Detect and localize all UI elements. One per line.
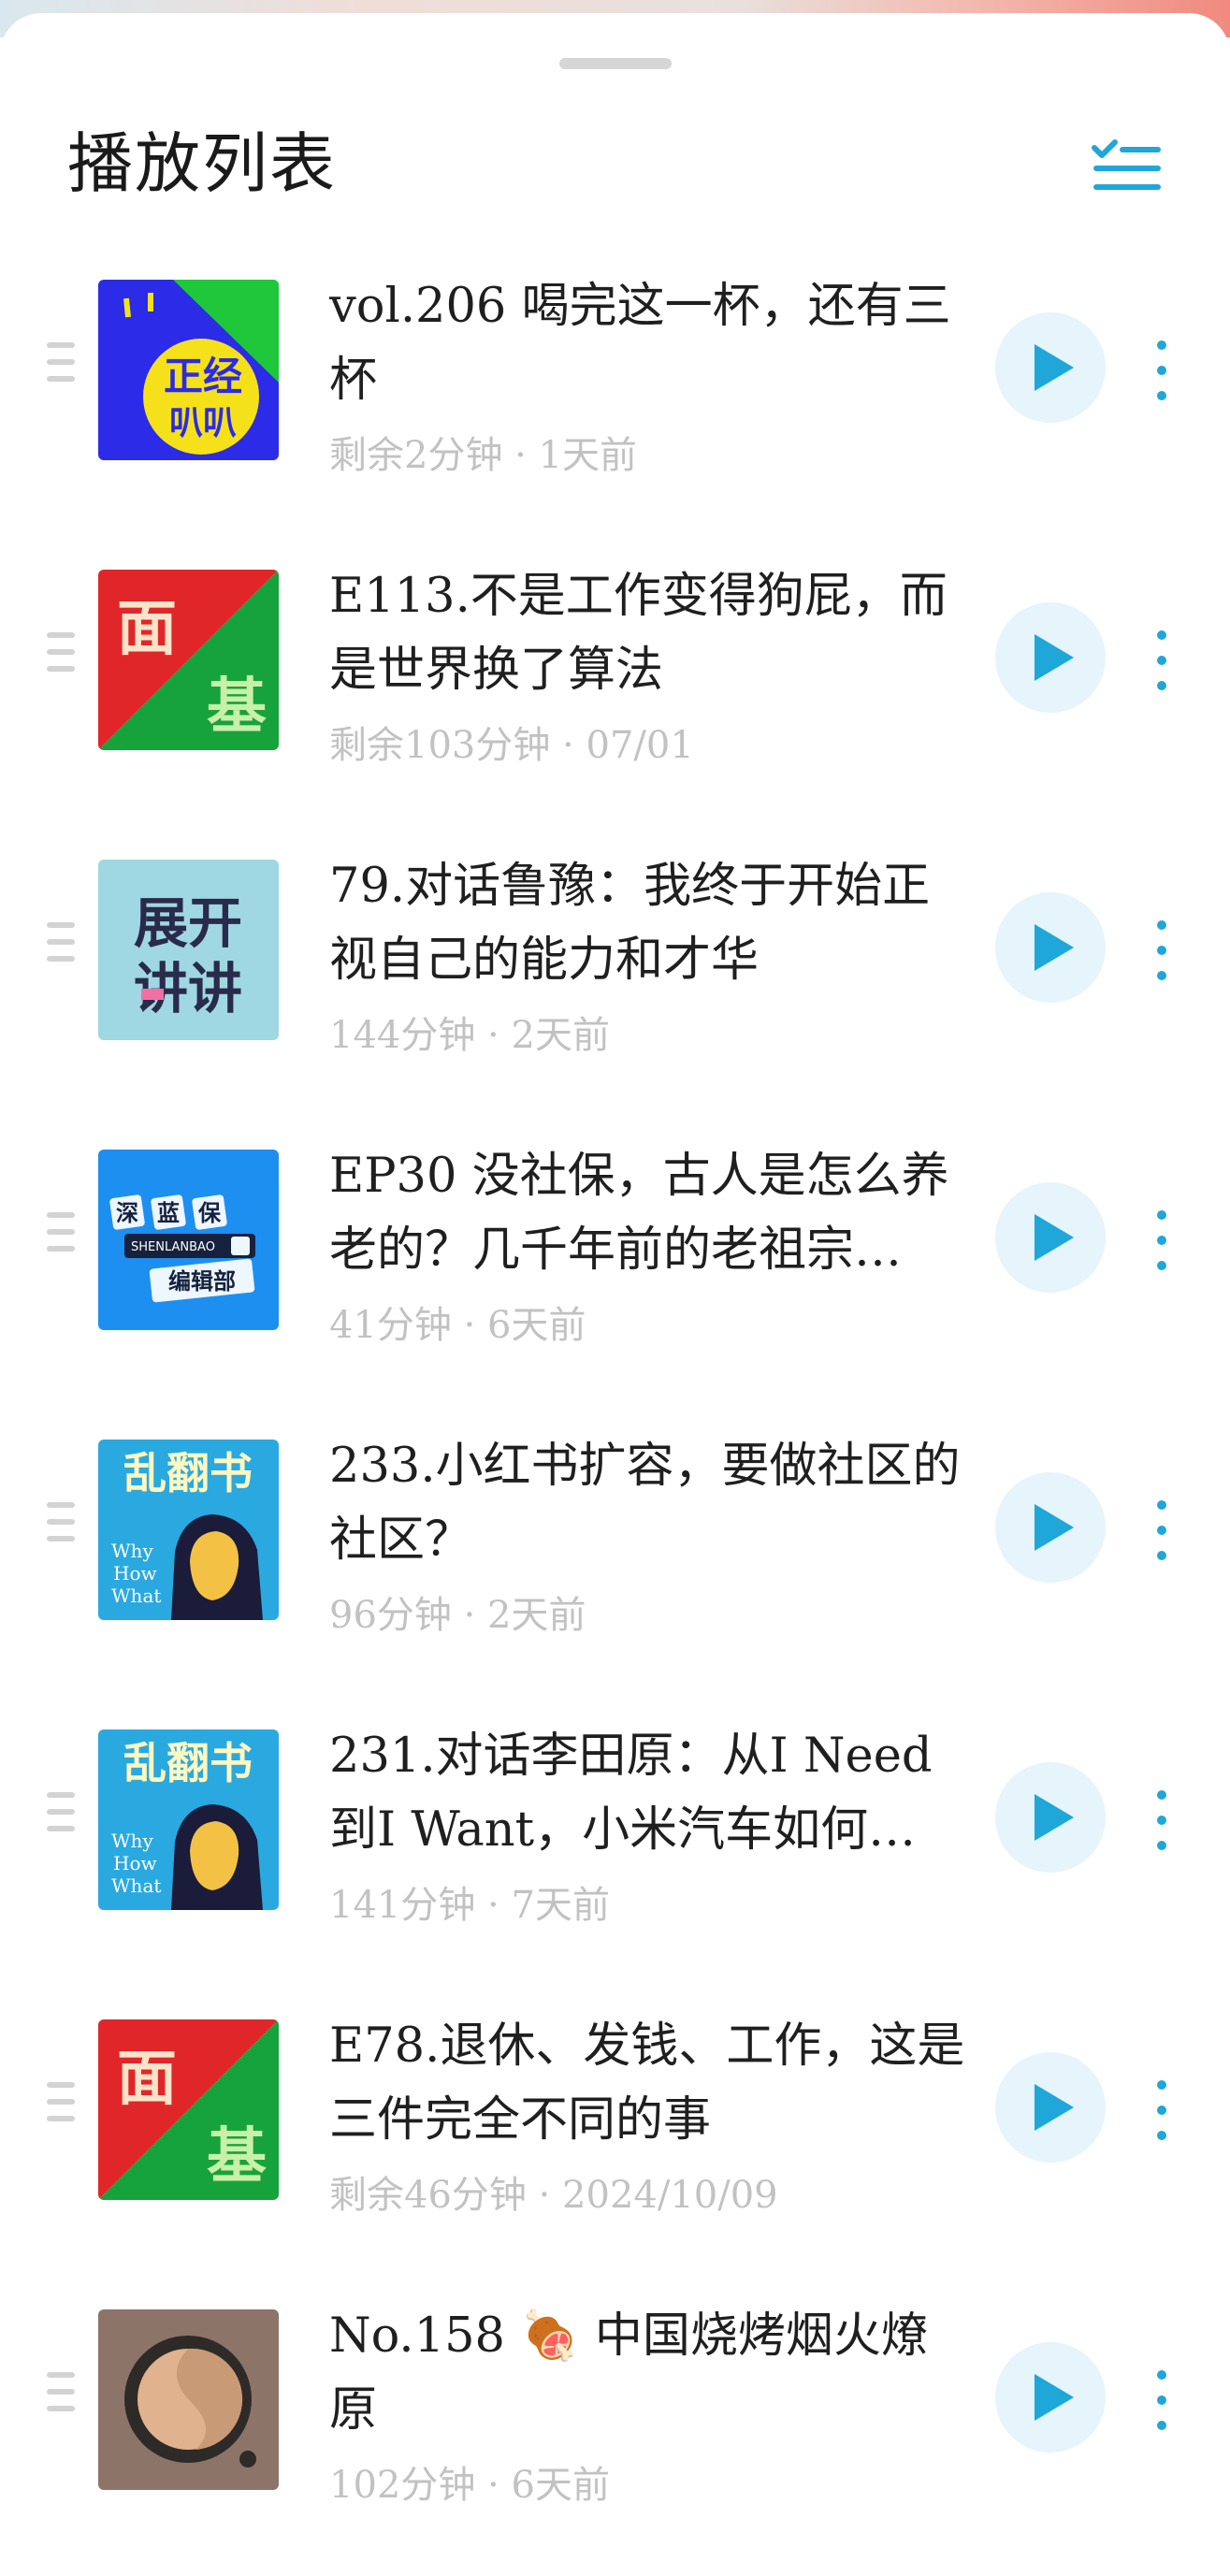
- play-button[interactable]: [995, 312, 1106, 423]
- episode-meta: 141分钟 · 7天前: [329, 1884, 610, 1927]
- episode-meta: 96分钟 · 2天前: [329, 1594, 586, 1637]
- episode-title[interactable]: vol.206 喝完这一杯，还有三杯: [329, 269, 965, 417]
- cover-text: 正经: [164, 354, 242, 399]
- episode-title[interactable]: 79.对话鲁豫：我终于开始正视自己的能力和才华: [329, 849, 965, 997]
- more-vertical-icon[interactable]: [1149, 1500, 1175, 1560]
- drag-handle-icon[interactable]: [47, 342, 75, 382]
- cover-text: 面: [117, 2045, 177, 2114]
- sheet-handle[interactable]: [559, 58, 672, 69]
- play-icon: [1035, 634, 1074, 681]
- cover-text: 乱翻书: [123, 1738, 253, 1788]
- drag-handle-icon[interactable]: [47, 1792, 75, 1831]
- play-button[interactable]: [995, 1472, 1106, 1583]
- podcast-cover: 展开 讲讲: [98, 860, 279, 1040]
- podcast-cover: [98, 2309, 279, 2490]
- podcast-cover: 乱翻书 Why How What: [98, 1440, 279, 1620]
- cover-text: How: [113, 1852, 157, 1874]
- drag-handle-icon[interactable]: [47, 2082, 75, 2121]
- page-title: 播放列表: [67, 125, 337, 202]
- cover-text: 基: [207, 2122, 267, 2192]
- play-icon: [1035, 1794, 1074, 1841]
- cover-text: Why: [111, 1830, 153, 1852]
- cover-text: 乱翻书: [123, 1448, 253, 1498]
- cover-text: 编辑部: [168, 1268, 236, 1295]
- list-item[interactable]: 正经 叭叭 vol.206 喝完这一杯，还有三杯 剩余2分钟 · 1天前: [0, 256, 1230, 546]
- cover-text: 基: [207, 673, 267, 742]
- podcast-cover: 正经 叭叭: [98, 280, 279, 460]
- play-icon: [1035, 2374, 1074, 2421]
- more-vertical-icon[interactable]: [1149, 340, 1175, 400]
- playlist-sheet: 播放列表 正经 叭叭 vol.206 喝完这一杯，还有三杯 剩余2分钟 · 1天…: [0, 13, 1230, 2539]
- play-button[interactable]: [995, 1762, 1106, 1873]
- list-item[interactable]: 展开 讲讲 79.对话鲁豫：我终于开始正视自己的能力和才华 144分钟 · 2天…: [0, 836, 1230, 1126]
- episode-meta: 剩余46分钟 · 2024/10/09: [329, 2174, 778, 2217]
- episode-title[interactable]: E113.不是工作变得狗屁，而是世界换了算法: [329, 559, 965, 707]
- cover-text: 叭叭: [169, 404, 237, 442]
- episode-meta: 102分钟 · 6天前: [329, 2464, 610, 2507]
- play-icon: [1035, 2084, 1074, 2131]
- play-button[interactable]: [995, 2342, 1106, 2453]
- drag-handle-icon[interactable]: [47, 1502, 75, 1541]
- more-vertical-icon[interactable]: [1149, 630, 1175, 690]
- cover-text: 面: [117, 595, 177, 664]
- more-vertical-icon[interactable]: [1149, 2080, 1175, 2140]
- podcast-cover: 面 基: [98, 2019, 279, 2200]
- playlist-check-icon[interactable]: [1091, 137, 1162, 200]
- episode-meta: 剩余2分钟 · 1天前: [329, 434, 638, 477]
- episode-title[interactable]: E78.退休、发钱、工作，这是三件完全不同的事: [329, 2009, 965, 2157]
- list-item[interactable]: 面 基 E113.不是工作变得狗屁，而是世界换了算法 剩余103分钟 · 07/…: [0, 546, 1230, 836]
- play-icon: [1035, 1214, 1074, 1261]
- more-vertical-icon[interactable]: [1149, 920, 1175, 980]
- drag-handle-icon[interactable]: [47, 2372, 75, 2411]
- drag-handle-icon[interactable]: [47, 922, 75, 962]
- cover-text: How: [113, 1562, 157, 1585]
- episode-meta: 41分钟 · 6天前: [329, 1304, 586, 1347]
- list-item[interactable]: No.158 🍖 中国烧烤烟火燎原 102分钟 · 6天前: [0, 2286, 1230, 2576]
- play-button[interactable]: [995, 892, 1106, 1003]
- list-item[interactable]: 乱翻书 Why How What 231.对话李田原：从I Need到I Wan…: [0, 1706, 1230, 1996]
- drag-handle-icon[interactable]: [47, 1212, 75, 1252]
- cover-text: 深: [116, 1200, 138, 1226]
- episode-title[interactable]: No.158 🍖 中国烧烤烟火燎原: [329, 2299, 965, 2447]
- list-item[interactable]: 深 蓝 保 SHENLANBAO 编辑部 EP30 没社保，古人是怎么养老的？几…: [0, 1126, 1230, 1416]
- cover-text: 保: [197, 1200, 222, 1226]
- play-icon: [1035, 344, 1074, 391]
- cover-text: What: [111, 1874, 161, 1897]
- drag-handle-icon[interactable]: [47, 632, 75, 672]
- cover-text: 展开: [134, 891, 242, 955]
- episode-meta: 144分钟 · 2天前: [329, 1014, 610, 1057]
- cover-text: Why: [111, 1540, 153, 1562]
- episode-title[interactable]: EP30 没社保，古人是怎么养老的？几千年前的老祖宗…: [329, 1139, 965, 1287]
- cover-text: 蓝: [157, 1200, 180, 1226]
- podcast-cover: 乱翻书 Why How What: [98, 1729, 279, 1910]
- play-button[interactable]: [995, 2052, 1106, 2163]
- play-button[interactable]: [995, 1182, 1106, 1293]
- more-vertical-icon[interactable]: [1149, 2370, 1175, 2430]
- cover-text: SHENLANBAO: [131, 1240, 215, 1254]
- podcast-cover: 深 蓝 保 SHENLANBAO 编辑部: [98, 1150, 279, 1330]
- episode-meta: 剩余103分钟 · 07/01: [329, 724, 694, 767]
- play-icon: [1035, 1504, 1074, 1551]
- more-vertical-icon[interactable]: [1149, 1790, 1175, 1850]
- list-item[interactable]: 面 基 E78.退休、发钱、工作，这是三件完全不同的事 剩余46分钟 · 202…: [0, 1996, 1230, 2286]
- episode-title[interactable]: 233.小红书扩容，要做社区的社区？: [329, 1429, 965, 1577]
- play-icon: [1035, 924, 1074, 971]
- episode-title[interactable]: 231.对话李田原：从I Need到I Want，小米汽车如何…: [329, 1719, 965, 1867]
- play-button[interactable]: [995, 602, 1106, 713]
- list-item[interactable]: 乱翻书 Why How What 233.小红书扩容，要做社区的社区？ 96分钟…: [0, 1416, 1230, 1706]
- podcast-cover: 面 基: [98, 570, 279, 750]
- cover-text: What: [111, 1585, 161, 1607]
- more-vertical-icon[interactable]: [1149, 1210, 1175, 1270]
